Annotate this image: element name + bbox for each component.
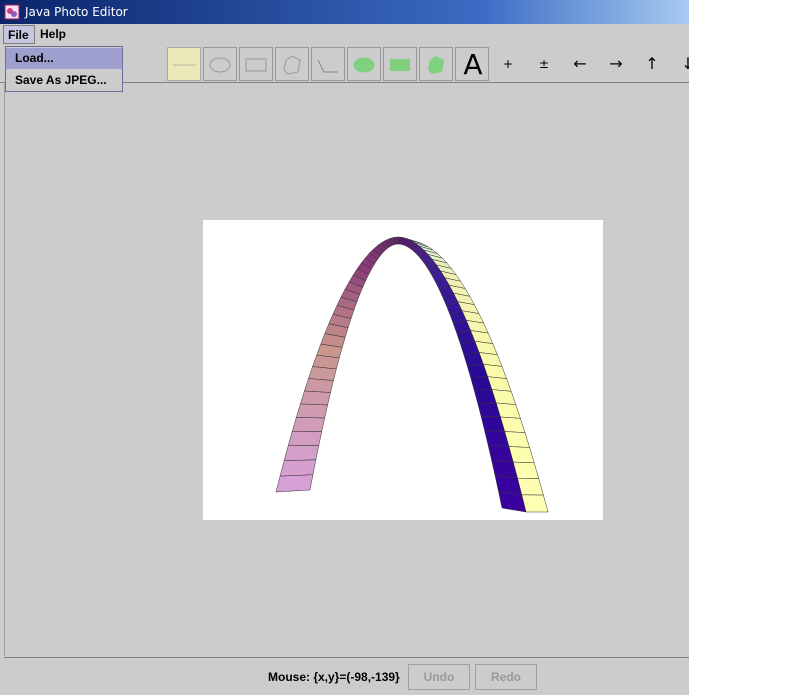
curve-icon [317,59,338,73]
image-canvas[interactable] [203,220,603,520]
filled-oval-tool-button[interactable] [347,47,381,81]
freeform-filled-icon [428,56,444,74]
rectangle-outline-icon [245,58,267,72]
arch-segment [300,390,331,406]
text-tool-label: A [463,48,483,81]
arrow-down-icon: ↓ [681,54,689,73]
arrow-left-icon: ← [573,54,587,73]
menu-bar: File Help [0,24,689,44]
menu-file[interactable]: File [3,25,35,44]
move-left-button[interactable]: ← [563,47,597,81]
arch-segment [279,459,317,477]
freeform-outline-icon [283,55,301,75]
status-bar: Mouse: {x,y}=(-98,-139} Undo Redo [4,657,689,695]
text-tool-button[interactable]: A [455,47,489,81]
arch-segment [275,474,314,493]
arch-segment [477,402,501,418]
oval-filled-icon [353,57,375,73]
move-up-button[interactable]: ↑ [635,47,669,81]
freeform-tool-button[interactable] [275,47,309,81]
arch-segment [484,430,510,447]
move-right-button[interactable]: → [599,47,633,81]
arch-segment [304,378,334,393]
move-down-button[interactable]: ↓ [671,47,689,81]
redo-button[interactable]: Redo [475,664,537,690]
filled-freeform-tool-button[interactable] [419,47,453,81]
arch-side-segment [521,494,549,513]
app-window: Java Photo Editor File Help A + ± ← → ↑ … [0,0,689,695]
rectangle-tool-button[interactable] [239,47,273,81]
zoom-toggle-button[interactable]: ± [527,47,561,81]
undo-button[interactable]: Undo [408,664,470,690]
zoom-toggle-icon: ± [538,57,550,71]
line-icon [173,64,196,66]
curve-tool-button[interactable] [311,47,345,81]
arch-image [275,236,549,513]
menu-help[interactable]: Help [36,25,70,44]
menu-item-load[interactable]: Load... [6,48,122,69]
arch-segment [295,403,328,419]
arrow-right-icon: → [609,54,623,73]
arch-segment [487,444,514,463]
arch-segment [283,445,320,461]
zoom-in-icon: + [502,57,514,71]
oval-outline-icon [209,57,231,73]
title-bar: Java Photo Editor [0,0,689,24]
arch-segment [291,417,325,432]
arch-segment [480,416,506,432]
mouse-coordinates: Mouse: {x,y}=(-98,-139} [268,670,400,684]
zoom-in-button[interactable]: + [491,47,525,81]
app-icon [4,4,20,20]
line-tool-button[interactable] [167,47,201,81]
oval-tool-button[interactable] [203,47,237,81]
arch-segment [287,431,323,446]
menu-item-save-jpeg[interactable]: Save As JPEG... [6,70,122,91]
filled-rectangle-tool-button[interactable] [383,47,417,81]
rectangle-filled-icon [390,59,410,71]
arrow-up-icon: ↑ [645,54,659,73]
window-title: Java Photo Editor [25,5,128,19]
file-menu-dropdown: Load... Save As JPEG... [5,46,123,92]
